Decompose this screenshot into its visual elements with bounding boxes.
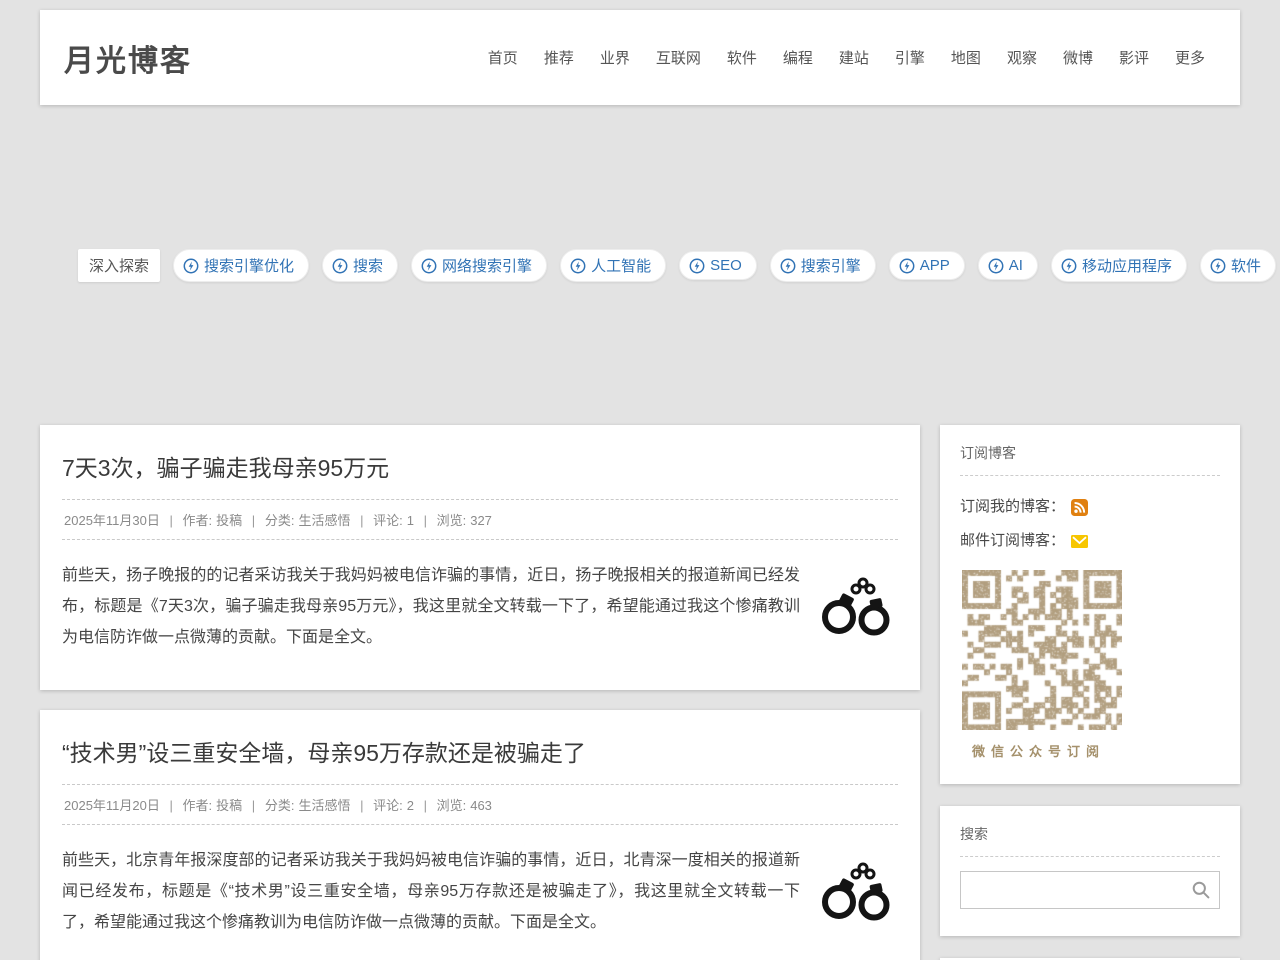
mail-subscribe-line: 邮件订阅博客：: [960, 524, 1220, 558]
site-logo[interactable]: 月光博客: [64, 36, 192, 80]
search-widget: 搜索: [940, 806, 1240, 936]
bolt-circle-icon: [988, 258, 1004, 274]
handcuffs-icon: [818, 575, 894, 639]
nav-item-software[interactable]: 软件: [727, 47, 757, 68]
post-body: 前些天，扬子晚报的的记者采访我关于我妈妈被电信诈骗的事情，近日，扬子晚报相关的报…: [62, 540, 898, 653]
nav-item-industry[interactable]: 业界: [600, 47, 630, 68]
nav-item-moviereview[interactable]: 影评: [1119, 47, 1149, 68]
handcuffs-image: [814, 845, 898, 938]
tag-pill-ai[interactable]: AI: [978, 251, 1038, 280]
qr-caption: 微信公众号订阅: [972, 741, 1220, 760]
nav-item-internet[interactable]: 互联网: [656, 47, 701, 68]
post-card-2: “技术男”设三重安全墙，母亲95万存款还是被骗走了 2025年11月20日 | …: [40, 710, 920, 960]
tag-pill-seo[interactable]: SEO: [679, 251, 757, 280]
sidebar: 订阅博客 订阅我的博客： 邮件订阅博客： 微信公众号订阅 搜索: [940, 425, 1240, 960]
tag-pill-mobile-apps[interactable]: 移动应用程序: [1051, 249, 1187, 282]
main-content: 7天3次，骗子骗走我母亲95万元 2025年11月30日 | 作者:投稿 | 分…: [40, 425, 920, 960]
bolt-circle-icon: [183, 258, 199, 274]
post-body: 前些天，北京青年报深度部的记者采访我关于我妈妈被电信诈骗的事情，近日，北青深一度…: [62, 825, 898, 938]
author-label: 作者:: [183, 513, 213, 528]
nav-item-home[interactable]: 首页: [488, 47, 518, 68]
bolt-circle-icon: [689, 258, 705, 274]
tag-pill-app[interactable]: APP: [889, 251, 965, 280]
post-author[interactable]: 投稿: [216, 798, 242, 813]
main-nav: 首页 推荐 业界 互联网 软件 编程 建站 引擎 地图 观察 微博 影评 更多: [488, 47, 1205, 68]
rss-subscribe-line: 订阅我的博客：: [960, 490, 1220, 524]
post-meta: 2025年11月30日 | 作者:投稿 | 分类:生活感悟 | 评论:1 | 浏…: [62, 499, 898, 540]
nav-item-sitebuilding[interactable]: 建站: [839, 47, 869, 68]
mail-icon[interactable]: [1071, 534, 1088, 549]
author-label: 作者:: [183, 798, 213, 813]
post-comments-count[interactable]: 1: [407, 513, 414, 528]
bolt-circle-icon: [332, 258, 348, 274]
post-date: 2025年11月20日: [64, 798, 160, 813]
post-category[interactable]: 生活感悟: [298, 513, 350, 528]
nav-item-engine[interactable]: 引擎: [895, 47, 925, 68]
views-label: 浏览:: [437, 798, 467, 813]
nav-item-more[interactable]: 更多: [1175, 47, 1205, 68]
search-box: [960, 871, 1220, 909]
bolt-circle-icon: [1210, 258, 1226, 274]
bolt-circle-icon: [570, 258, 586, 274]
tagbar-label: 深入探索: [78, 249, 160, 282]
explore-tagbar: 深入探索 搜索引擎优化 搜索 网络搜索引擎 人工智能 SEO 搜索引擎 APP …: [78, 249, 1276, 282]
category-label: 分类:: [265, 513, 295, 528]
post-card-1: 7天3次，骗子骗走我母亲95万元 2025年11月30日 | 作者:投稿 | 分…: [40, 425, 920, 690]
post-views-count: 327: [470, 513, 492, 528]
tag-pill-search[interactable]: 搜索: [322, 249, 398, 282]
tag-pill-web-search-engine[interactable]: 网络搜索引擎: [411, 249, 547, 282]
post-excerpt: 前些天，扬子晚报的的记者采访我关于我妈妈被电信诈骗的事情，近日，扬子晚报相关的报…: [62, 560, 800, 653]
post-excerpt: 前些天，北京青年报深度部的记者采访我关于我妈妈被电信诈骗的事情，近日，北青深一度…: [62, 845, 800, 938]
widget-title: 搜索: [960, 824, 1220, 857]
rss-icon[interactable]: [1071, 499, 1088, 516]
nav-item-map[interactable]: 地图: [951, 47, 981, 68]
wechat-qr-code: [962, 570, 1122, 730]
site-header: 月光博客 首页 推荐 业界 互联网 软件 编程 建站 引擎 地图 观察 微博 影…: [40, 10, 1240, 105]
comments-label: 评论:: [373, 513, 403, 528]
tag-pill-artificial-intelligence[interactable]: 人工智能: [560, 249, 666, 282]
post-title[interactable]: “技术男”设三重安全墙，母亲95万存款还是被骗走了: [62, 734, 898, 768]
comments-label: 评论:: [373, 798, 403, 813]
post-title[interactable]: 7天3次，骗子骗走我母亲95万元: [62, 449, 898, 483]
views-label: 浏览:: [437, 513, 467, 528]
tag-pill-seo-optimization[interactable]: 搜索引擎优化: [173, 249, 309, 282]
post-author[interactable]: 投稿: [216, 513, 242, 528]
nav-item-observe[interactable]: 观察: [1007, 47, 1037, 68]
nav-item-featured[interactable]: 推荐: [544, 47, 574, 68]
post-comments-count[interactable]: 2: [407, 798, 414, 813]
post-views-count: 463: [470, 798, 492, 813]
nav-item-weibo[interactable]: 微博: [1063, 47, 1093, 68]
handcuffs-icon: [818, 860, 894, 924]
subscribe-widget: 订阅博客 订阅我的博客： 邮件订阅博客： 微信公众号订阅: [940, 425, 1240, 784]
post-date: 2025年11月30日: [64, 513, 160, 528]
handcuffs-image: [814, 560, 898, 653]
category-label: 分类:: [265, 798, 295, 813]
tag-pill-search-engine[interactable]: 搜索引擎: [770, 249, 876, 282]
bolt-circle-icon: [780, 258, 796, 274]
search-icon[interactable]: [1191, 880, 1211, 905]
search-input[interactable]: [960, 871, 1220, 909]
post-meta: 2025年11月20日 | 作者:投稿 | 分类:生活感悟 | 评论:2 | 浏…: [62, 784, 898, 825]
wechat-qr-wrap: 微信公众号订阅: [962, 570, 1220, 760]
widget-title: 订阅博客: [960, 443, 1220, 476]
bolt-circle-icon: [421, 258, 437, 274]
nav-item-programming[interactable]: 编程: [783, 47, 813, 68]
bolt-circle-icon: [1061, 258, 1077, 274]
post-category[interactable]: 生活感悟: [298, 798, 350, 813]
bolt-circle-icon: [899, 258, 915, 274]
tag-pill-software[interactable]: 软件: [1200, 249, 1276, 282]
